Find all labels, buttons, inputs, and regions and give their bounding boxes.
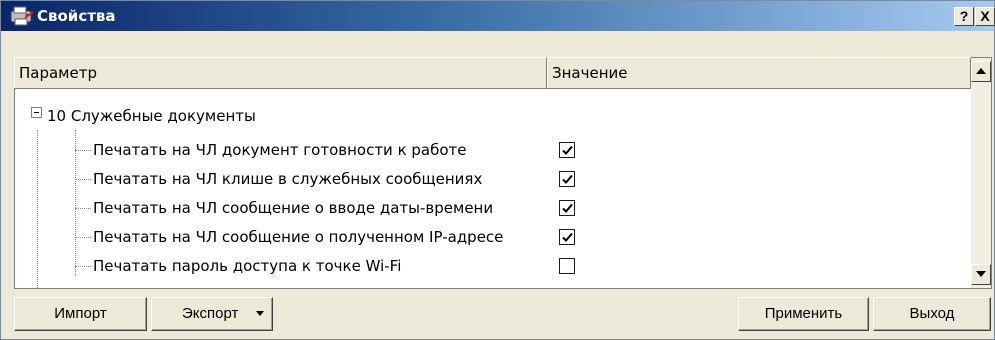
check-icon [562, 203, 573, 213]
property-checkbox[interactable] [559, 229, 575, 245]
property-label: Печатать на ЧЛ клише в служебных сообщен… [93, 170, 483, 188]
arrow-down-icon [976, 271, 986, 277]
group-row[interactable]: 10 Служебные документы [15, 90, 970, 125]
grid-rows: 10 Служебные документы Печатать на ЧЛ до… [15, 90, 970, 288]
check-icon [562, 232, 573, 242]
check-icon [562, 145, 573, 155]
property-checkbox[interactable] [559, 171, 575, 187]
apply-button[interactable]: Применить [738, 297, 869, 331]
property-label: Печатать пароль доступа к точке Wi-Fi [93, 257, 402, 275]
export-label: Экспорт [182, 305, 239, 322]
property-row[interactable]: Печатать на ЧЛ сообщение о вводе даты-вр… [15, 194, 970, 222]
import-button[interactable]: Импорт [14, 297, 147, 331]
vertical-scrollbar[interactable] [971, 58, 991, 288]
collapse-icon[interactable] [31, 107, 42, 118]
grid-header: Параметр Значение [14, 57, 971, 89]
group-label: 10 Служебные документы [47, 107, 256, 125]
property-label: Печатать на ЧЛ сообщение о вводе даты-вр… [93, 199, 494, 217]
property-label: Печатать на ЧЛ документ готовности к раб… [93, 141, 467, 159]
window-title: Свойства [37, 7, 116, 25]
arrow-up-icon [976, 68, 986, 74]
property-row[interactable]: Печатать на ЧЛ клише в служебных сообщен… [15, 165, 970, 193]
title-bar[interactable]: Свойства ? X [1, 1, 995, 31]
scroll-up-button[interactable] [971, 61, 991, 82]
exit-button[interactable]: Выход [873, 297, 991, 331]
property-checkbox[interactable] [559, 258, 575, 274]
check-icon [562, 174, 573, 184]
app-icon [9, 6, 35, 26]
property-checkbox[interactable] [559, 200, 575, 216]
close-button[interactable]: X [975, 7, 995, 26]
property-row[interactable]: Печатать пароль доступа к точке Wi-Fi [15, 252, 970, 280]
help-button[interactable]: ? [954, 7, 974, 26]
property-checkbox[interactable] [559, 142, 575, 158]
dropdown-arrow-icon [256, 311, 264, 316]
property-row[interactable]: Печатать на ЧЛ сообщение о полученном IP… [15, 223, 970, 251]
column-header-value[interactable]: Значение [547, 57, 971, 88]
column-header-parameter[interactable]: Параметр [14, 57, 547, 88]
properties-window: Свойства ? X Параметр Значение 10 Служеб… [0, 0, 995, 340]
export-button[interactable]: Экспорт [151, 297, 273, 331]
property-row[interactable]: Печатать на ЧЛ документ готовности к раб… [15, 136, 970, 164]
property-label: Печатать на ЧЛ сообщение о полученном IP… [93, 228, 504, 246]
scroll-down-button[interactable] [971, 264, 991, 285]
